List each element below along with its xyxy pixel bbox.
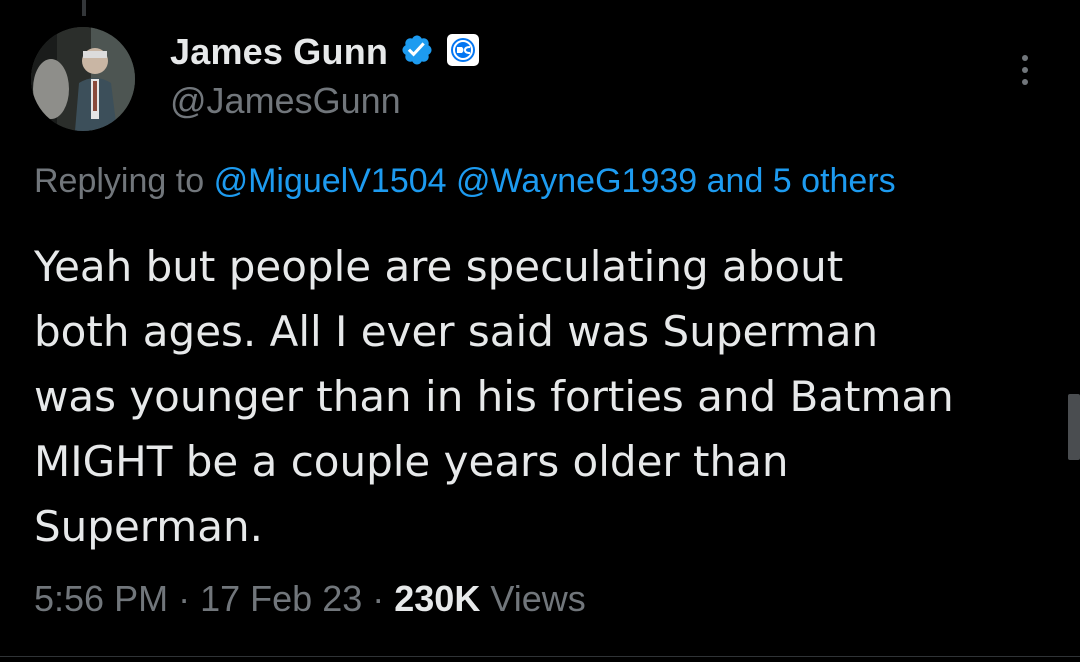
replying-to-line: Replying to @MiguelV1504 @WayneG1939 and… — [34, 162, 896, 201]
author-name-row: James Gunn — [170, 30, 480, 74]
views-label: Views — [490, 578, 586, 619]
author-display-name[interactable]: James Gunn — [170, 31, 388, 73]
thread-connector-line — [82, 0, 86, 16]
more-dot-icon — [1022, 79, 1028, 85]
tweet-time[interactable]: 5:56 PM — [34, 578, 168, 619]
mention-link[interactable]: @WayneG1939 — [456, 162, 697, 200]
tweet-text-line: both ages. All I ever said was Superman — [34, 307, 879, 356]
meta-separator: · — [372, 578, 385, 619]
more-options-button[interactable] — [1010, 50, 1040, 90]
others-link[interactable]: and 5 others — [707, 162, 896, 200]
divider — [0, 656, 1080, 657]
tweet-text-line: Yeah but people are speculating about — [34, 242, 844, 291]
tweet-text-line: MIGHT be a couple years older than — [34, 437, 789, 486]
tweet-text-line: Superman. — [34, 502, 263, 551]
scrollbar-thumb[interactable] — [1068, 394, 1080, 460]
dc-affiliate-icon[interactable] — [446, 33, 480, 71]
tweet-text-line: was younger than in his forties and Batm… — [34, 372, 954, 421]
author-handle[interactable]: @JamesGunn — [170, 80, 401, 122]
avatar[interactable] — [31, 27, 135, 131]
tweet-date[interactable]: 17 Feb 23 — [200, 578, 362, 619]
replying-to-prefix: Replying to — [34, 162, 205, 200]
tweet-text: Yeah but people are speculating about bo… — [34, 234, 1034, 559]
more-dot-icon — [1022, 55, 1028, 61]
views-count: 230K — [394, 578, 481, 619]
mention-link[interactable]: @MiguelV1504 — [214, 162, 447, 200]
meta-separator: · — [178, 578, 191, 619]
more-dot-icon — [1022, 67, 1028, 73]
tweet-meta-row: 5:56 PM · 17 Feb 23 · 230K Views — [34, 578, 586, 620]
verified-badge-icon — [400, 33, 434, 71]
